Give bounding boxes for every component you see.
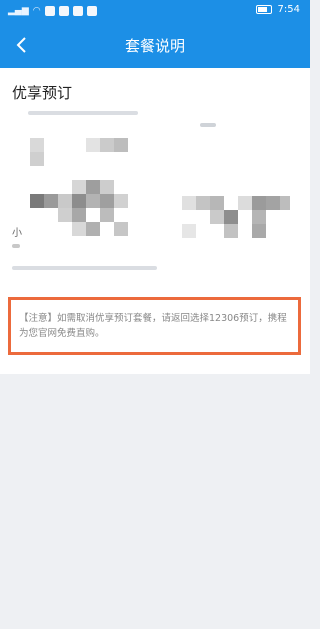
blurred-text-line <box>28 111 138 115</box>
status-bar: ▂▄▆ ◠ 7:54 <box>0 0 310 22</box>
section-title: 优享预订 <box>12 84 73 102</box>
pixelated-content <box>26 138 136 246</box>
notification-icon <box>86 6 97 16</box>
notice-text: 【注意】如需取消优享预订套餐，请返回选择12306预订，携程为您官网免费直购。 <box>19 313 287 339</box>
status-time: 7:54 <box>277 4 300 15</box>
nav-bar: 套餐说明 <box>0 22 310 68</box>
pixelated-content <box>182 192 292 246</box>
battery-icon <box>255 5 272 14</box>
blurred-text-line <box>12 244 20 248</box>
fragment-label: 小 <box>12 228 22 239</box>
wifi-icon: ◠ <box>32 6 41 16</box>
page-title: 套餐说明 <box>124 37 185 55</box>
blurred-text-line <box>200 123 216 127</box>
notice-box: 【注意】如需取消优享预订套餐，请返回选择12306预订，携程为您官网免费直购。 <box>8 297 301 355</box>
notification-icon <box>58 6 69 16</box>
status-right: 7:54 <box>255 4 300 15</box>
signal-icon: ▂▄▆ <box>8 6 29 16</box>
status-left-icons: ▂▄▆ ◠ <box>8 5 97 17</box>
notification-icon <box>72 6 83 16</box>
notification-icon <box>44 6 55 16</box>
blurred-text-line <box>12 266 157 270</box>
empty-background <box>0 374 310 629</box>
